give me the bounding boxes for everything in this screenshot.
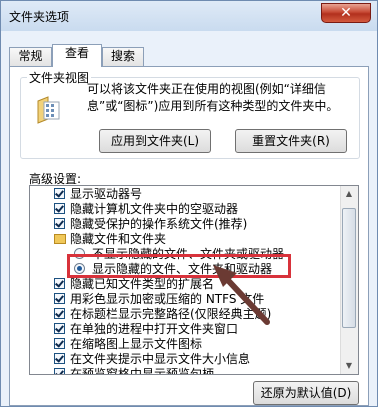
restore-defaults-button[interactable]: 还原为默认值(D) bbox=[253, 381, 359, 405]
tab-view[interactable]: 查看 bbox=[52, 44, 102, 67]
folder-options-window: 文件夹选项 ✕ 常规 查看 搜索 文件夹视图 可以将该文件夹正在使用的视图(例如… bbox=[0, 0, 378, 407]
